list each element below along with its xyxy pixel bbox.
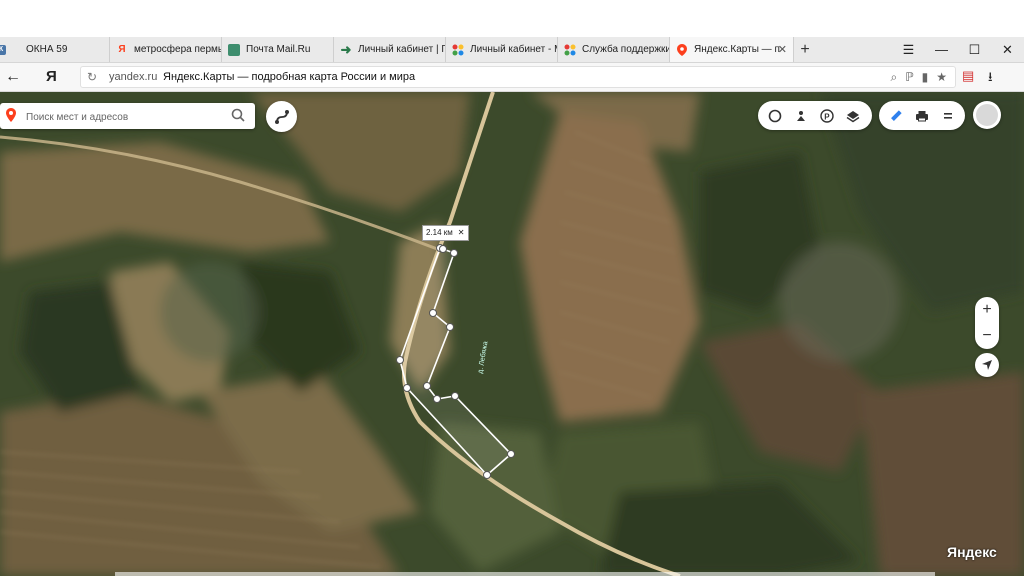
print-button[interactable] xyxy=(911,105,933,127)
pdf-icon[interactable]: ▤ xyxy=(962,68,974,84)
search-input[interactable] xyxy=(24,107,228,127)
tab-cabinet-2[interactable]: Личный кабинет - М xyxy=(446,37,558,62)
reload-icon[interactable]: ↻ xyxy=(87,70,97,84)
close-window-icon[interactable]: ✕ xyxy=(991,37,1024,62)
print-icon xyxy=(916,110,928,121)
menu-button[interactable] xyxy=(937,105,959,127)
window-top xyxy=(0,0,1024,37)
route-icon xyxy=(274,109,289,124)
user-avatar[interactable] xyxy=(973,101,1001,129)
page-title: Яндекс.Карты — подробная карта России и … xyxy=(163,71,416,83)
tab-label: Личный кабинет | П xyxy=(358,44,445,55)
traffic-icon xyxy=(768,109,782,122)
tab-label: Личный кабинет - М xyxy=(470,44,557,55)
tab-cabinet-1[interactable]: ➜ Личный кабинет | П xyxy=(334,37,446,62)
vk-icon: К xyxy=(0,44,6,55)
yandex-logo[interactable]: Я xyxy=(46,68,57,86)
yandex-pin-icon xyxy=(6,108,16,122)
zoom-control: + − xyxy=(975,297,999,349)
svg-text:P: P xyxy=(824,112,830,121)
search-icon[interactable] xyxy=(231,108,245,122)
parking-button[interactable]: P xyxy=(816,105,838,127)
menu-icon[interactable]: ☰ xyxy=(892,37,925,62)
tab-yandex-maps[interactable]: Яндекс.Карты — п ✕ xyxy=(670,37,794,62)
panorama-button[interactable] xyxy=(790,105,812,127)
back-icon[interactable]: ← xyxy=(4,68,22,86)
yandex-icon: Я xyxy=(118,44,126,55)
ruler-icon xyxy=(891,109,902,121)
route-button[interactable] xyxy=(266,101,297,132)
minimize-icon[interactable]: — xyxy=(925,37,958,62)
search-page-icon[interactable]: ⌕ xyxy=(890,70,897,85)
tab-metrosfera[interactable]: Я метросфера пермь xyxy=(110,37,222,62)
bookmark-star-icon[interactable]: ★ xyxy=(936,70,947,85)
tab-label: Почта Mail.Ru xyxy=(246,44,311,55)
ruler-button[interactable] xyxy=(885,105,907,127)
copyright-strip xyxy=(115,572,935,576)
tab-support[interactable]: Служба поддержки xyxy=(558,37,670,62)
layers-toolbar: P xyxy=(758,101,872,130)
download-icon[interactable]: ⭳ xyxy=(988,68,993,90)
location-arrow-icon xyxy=(982,360,992,370)
url-field[interactable]: ↻ yandex.ru Яндекс.Карты — подробная кар… xyxy=(80,66,956,88)
tools-toolbar xyxy=(879,101,965,130)
arrow-icon: ➜ xyxy=(340,41,352,57)
zoom-in-button[interactable]: + xyxy=(975,297,999,323)
colorful-icon xyxy=(452,44,464,56)
zoom-out-button[interactable]: − xyxy=(975,323,999,349)
distance-label[interactable]: 2.14 км ✕ xyxy=(422,225,469,241)
geolocation-button[interactable] xyxy=(975,353,999,377)
url-domain: yandex.ru xyxy=(109,71,158,83)
close-measure-icon[interactable]: ✕ xyxy=(458,226,465,240)
distance-value: 2.14 км xyxy=(426,228,453,237)
address-icons: ⌕ ℙ ▮ ★ xyxy=(890,70,947,85)
tab-label: метросфера пермь xyxy=(134,44,221,55)
yandex-brand: Яндекс xyxy=(947,544,997,560)
tab-mail[interactable]: Почта Mail.Ru xyxy=(222,37,334,62)
new-tab-button[interactable]: + xyxy=(794,37,816,62)
tab-label: ОКНА 59 xyxy=(26,44,68,55)
reader-icon[interactable]: ▮ xyxy=(922,70,929,85)
tab-bar: К ОКНА 59 Я метросфера пермь Почта Mail.… xyxy=(0,37,1024,63)
traffic-button[interactable] xyxy=(764,105,786,127)
hamburger-icon xyxy=(944,112,952,119)
maximize-icon[interactable]: ☐ xyxy=(958,37,991,62)
colorful-icon xyxy=(564,44,576,56)
layers-icon xyxy=(846,110,860,122)
parking-icon: P xyxy=(820,108,834,123)
avatar-image xyxy=(976,104,998,126)
layers-button[interactable] xyxy=(842,105,864,127)
tab-label: Служба поддержки xyxy=(582,44,669,55)
panorama-icon xyxy=(797,110,805,121)
map-view[interactable]: д. Лебяжа 2.14 км ✕ P xyxy=(0,92,1024,576)
satellite-image xyxy=(0,92,1024,576)
close-tab-icon[interactable]: ✕ xyxy=(778,43,787,56)
protect-icon[interactable]: ℙ xyxy=(905,70,913,85)
tab-label: Яндекс.Карты — п xyxy=(694,44,780,55)
window-controls: ☰ — ☐ ✕ xyxy=(892,37,1024,62)
tab-okna[interactable]: К ОКНА 59 xyxy=(0,37,110,62)
map-pin-icon xyxy=(676,43,688,56)
mail-icon xyxy=(228,43,240,56)
address-bar: ← Я ↻ yandex.ru Яндекс.Карты — подробная… xyxy=(0,63,1024,92)
search-box xyxy=(0,103,255,129)
